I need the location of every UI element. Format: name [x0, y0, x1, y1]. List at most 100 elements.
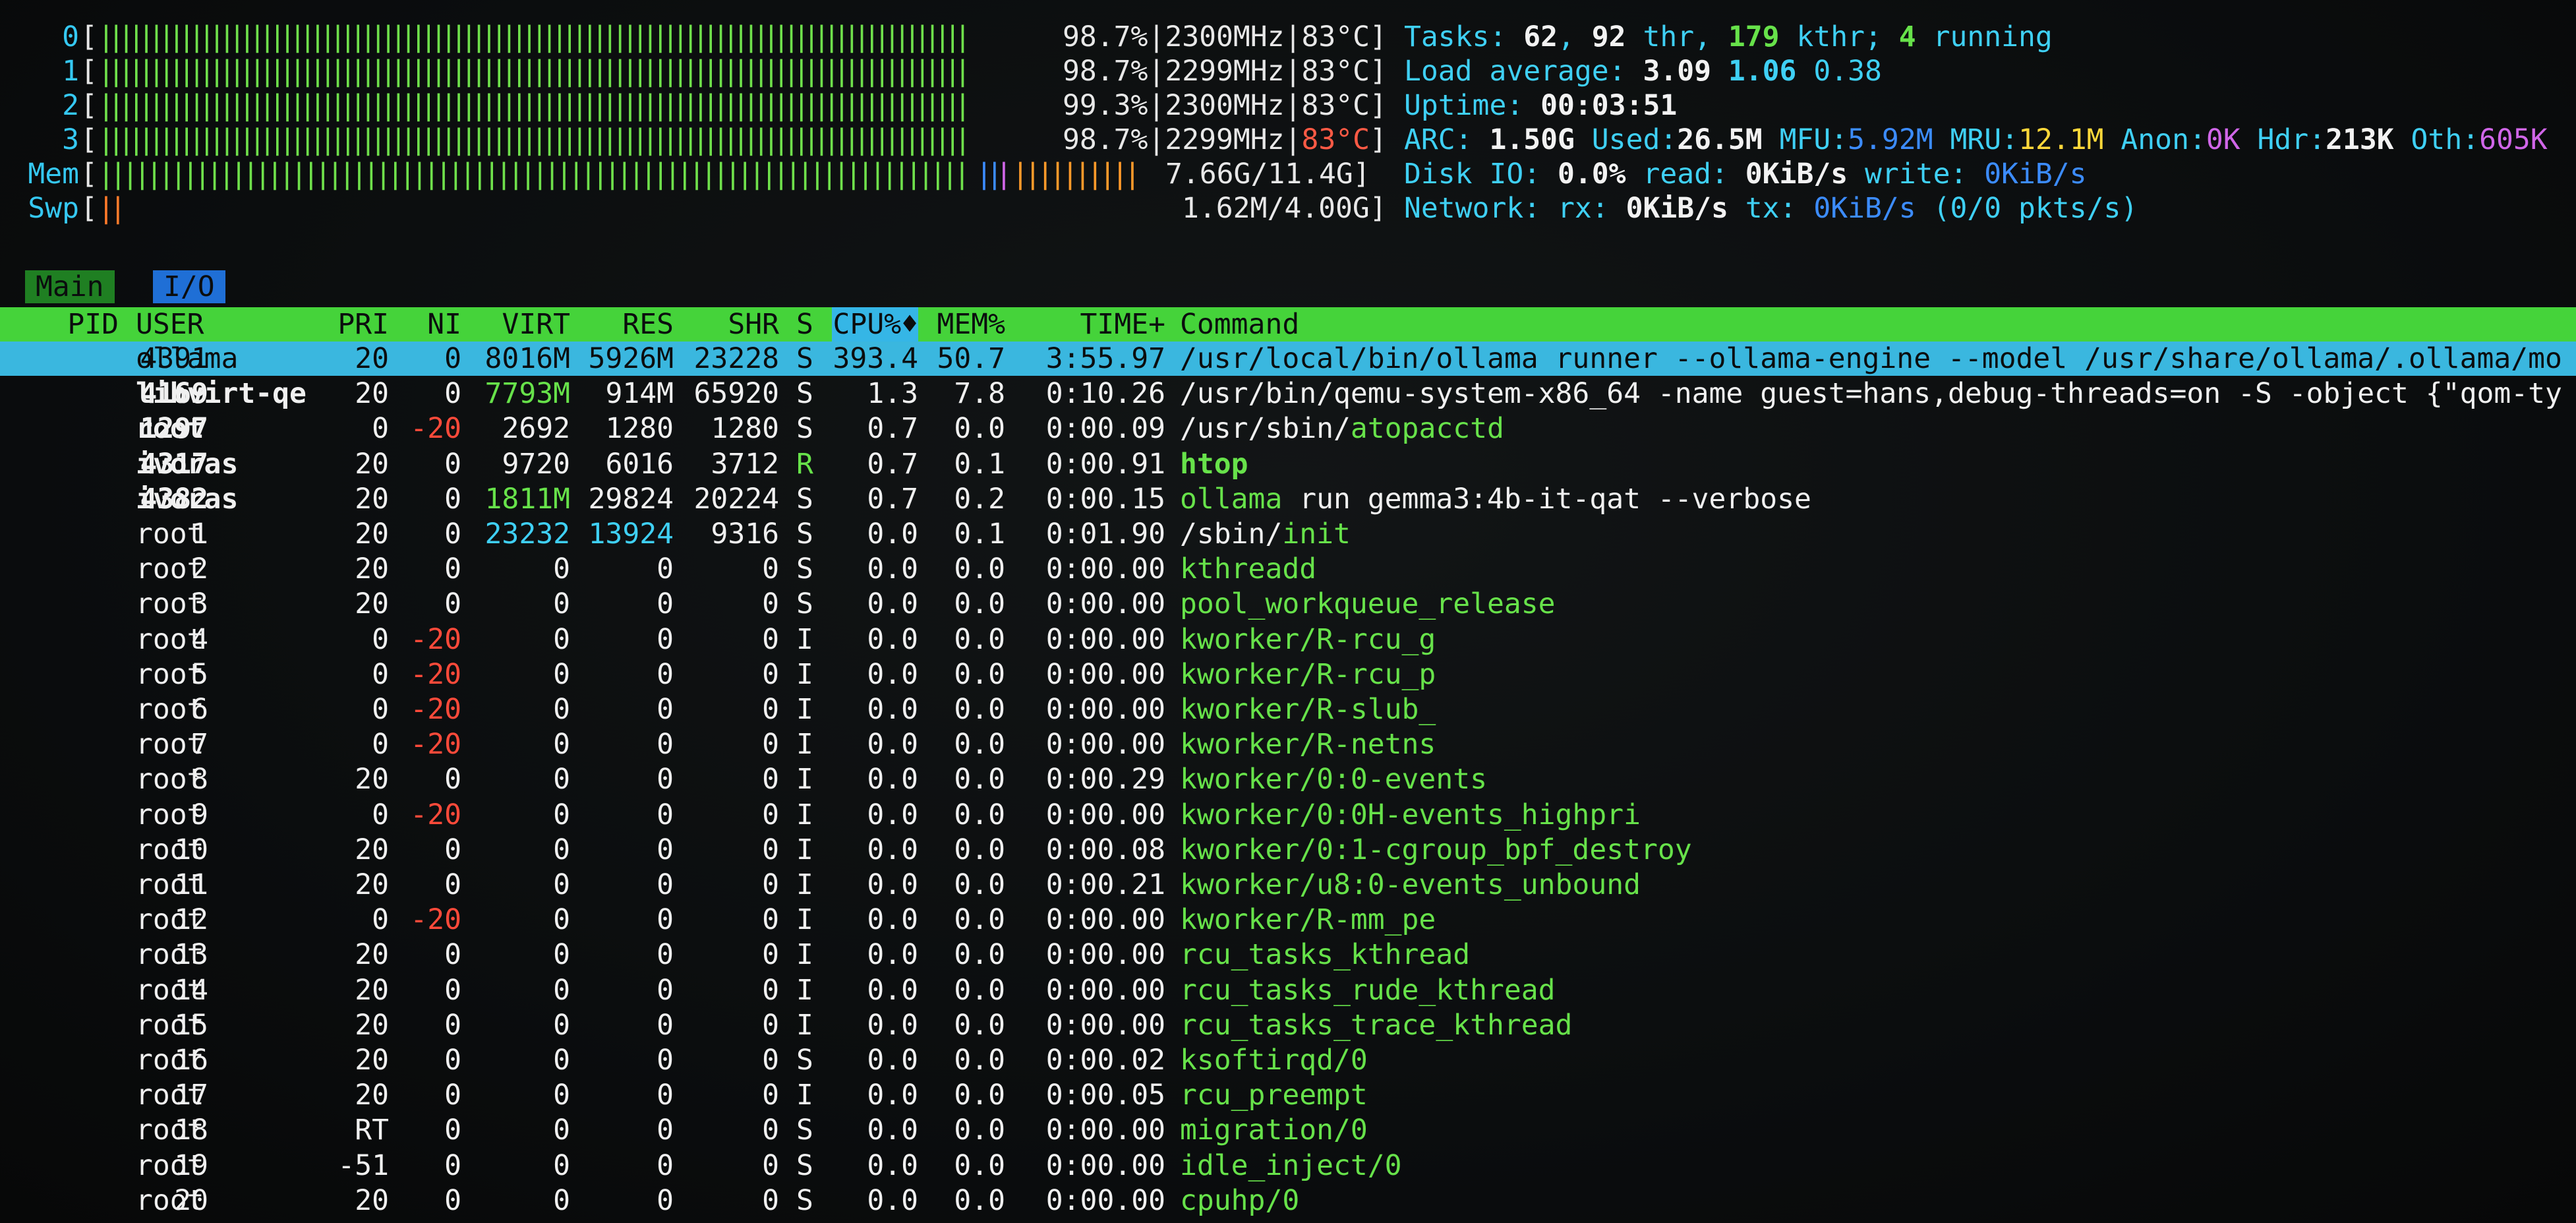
- column-header-state[interactable]: S: [796, 307, 813, 342]
- process-row[interactable]: 3 root 20 0 0 0 0 S 0.0 0.0 0:00.00 pool_workqueue_…: [0, 587, 2576, 621]
- process-state: S: [796, 587, 813, 621]
- cpu-temperature: 83°C: [1301, 55, 1370, 88]
- process-res: 29824: [588, 482, 674, 516]
- meter-close-bracket: ]: [1370, 20, 1387, 53]
- process-shr: 0: [762, 552, 779, 586]
- process-shr: 0: [762, 728, 779, 761]
- process-row[interactable]: 19 root -51 0 0 0 0 S 0.0 0.0 0:00.00 idle_inject/0: [0, 1148, 2576, 1183]
- column-header-shr[interactable]: SHR: [674, 307, 779, 342]
- column-header-time[interactable]: TIME+: [1005, 307, 1165, 342]
- process-row[interactable]: 6 root 0 -20 0 0 0 I 0.0 0.0 0:00.00 kworker/R-slub…: [0, 692, 2576, 727]
- meter-open-bracket: [: [80, 158, 98, 191]
- process-time: 0:00.00: [1045, 693, 1165, 726]
- load-average-line: Load average: 3.09 1.06 0.38: [1404, 55, 1882, 88]
- process-row[interactable]: 13 root 20 0 0 0 0 I 0.0 0.0 0:00.00 rcu_tasks_kthr…: [0, 938, 2576, 972]
- process-cpu: 0.0: [867, 868, 918, 901]
- network-line: Network: rx: 0KiB/s tx: 0KiB/s (0/0 pkts…: [1404, 192, 2138, 225]
- process-res: 5926M: [588, 342, 674, 375]
- swp-meter: Swp[|| 1.62M/4.00G]: [0, 191, 1391, 225]
- process-row[interactable]: 1297 root 0 -20 2692 1280 1280 S 0.7 0.0 0:00.09/u…: [0, 411, 2576, 446]
- process-cpu: 0.0: [867, 1079, 918, 1112]
- process-mem: 0.0: [954, 833, 1005, 866]
- process-row[interactable]: 17 root 20 0 0 0 0 I 0.0 0.0 0:00.05 rcu_preempt: [0, 1078, 2576, 1112]
- process-row[interactable]: 7 root 0 -20 0 0 0 I 0.0 0.0 0:00.00 kworker/R-netn…: [0, 727, 2576, 761]
- process-row[interactable]: 18 root RT 0 0 0 0 S 0.0 0.0 0:00.00 migration/0: [0, 1113, 2576, 1147]
- process-time: 0:00.21: [1045, 868, 1165, 901]
- process-nice: -20: [410, 693, 461, 726]
- process-command: migration/0: [1180, 1113, 2576, 1147]
- process-command: kworker/0:1-cgroup_bpf_destroy: [1180, 833, 2576, 867]
- process-row[interactable]: 9 root 0 -20 0 0 0 I 0.0 0.0 0:00.00 kworker/0:0H-e…: [0, 798, 2576, 832]
- process-row[interactable]: 4391 ollama 20 0 8016M 5926M 23228 S 393.4 50.7 3:…: [0, 342, 2576, 376]
- process-time: 0:00.00: [1045, 903, 1165, 937]
- process-row[interactable]: 1 root 20 0 23232 13924 9316 S 0.0 0.1 0:01.90/sbi…: [0, 517, 2576, 551]
- cpu-meter-label: 3: [62, 123, 79, 156]
- process-nice: 0: [444, 763, 461, 796]
- cpu-frequency: 2300MHz: [1165, 20, 1285, 53]
- command-args: run gemma3:4b-it-qat --verbose: [1282, 482, 1811, 516]
- process-time: 3:55.97: [1045, 342, 1165, 375]
- process-shr: 3712: [711, 447, 779, 481]
- process-virt: 0: [553, 587, 570, 621]
- swp-readout: 1.62M/4.00G]: [1182, 191, 1387, 225]
- cpu-frequency: 2300MHz: [1165, 89, 1285, 122]
- cpu-meter-3: 3[||||||||||||||||||||||||||||||||||||||…: [0, 123, 1391, 157]
- column-header-pri[interactable]: PRI: [290, 307, 389, 342]
- cpu-meter-readout: 98.7%|2300MHz|83°C]: [1063, 20, 1387, 54]
- column-header-virt[interactable]: VIRT: [461, 307, 570, 342]
- process-row[interactable]: 14 root 20 0 0 0 0 I 0.0 0.0 0:00.00 rcu_tasks_rude…: [0, 973, 2576, 1007]
- meter-open-bracket: [: [80, 55, 98, 88]
- process-row[interactable]: 2 root 20 0 0 0 0 S 0.0 0.0 0:00.00 kthreadd: [0, 552, 2576, 586]
- column-header-pid[interactable]: PID: [0, 307, 119, 342]
- process-mem: 0.0: [954, 657, 1005, 691]
- process-mem: 0.0: [954, 1044, 1005, 1077]
- process-virt: 0: [553, 622, 570, 656]
- process-row[interactable]: 5 root 0 -20 0 0 0 I 0.0 0.0 0:00.00 kworker/R-rcu_…: [0, 657, 2576, 692]
- column-header-command[interactable]: Command: [1180, 307, 1299, 342]
- kernel-thread-name: idle_inject/0: [1180, 1148, 1402, 1182]
- cpu-meter-1: 1[||||||||||||||||||||||||||||||||||||||…: [0, 54, 1391, 88]
- column-header-cpu[interactable]: CPU%♦: [832, 307, 918, 342]
- process-row[interactable]: 10 root 20 0 0 0 0 I 0.0 0.0 0:00.08 kworker/0:1-cg…: [0, 833, 2576, 867]
- process-mem: 0.0: [954, 1079, 1005, 1112]
- process-row[interactable]: 15 root 20 0 0 0 0 I 0.0 0.0 0:00.00 rcu_tasks_trac…: [0, 1008, 2576, 1042]
- process-res: 914M: [605, 377, 674, 411]
- process-cpu: 0.0: [867, 657, 918, 691]
- process-cpu: 0.0: [867, 1044, 918, 1077]
- column-header-user[interactable]: USER: [136, 307, 204, 342]
- column-header-ni[interactable]: NI: [389, 307, 461, 342]
- process-shr: 20224: [693, 482, 779, 516]
- process-row[interactable]: 12 root 0 -20 0 0 0 I 0.0 0.0 0:00.00 kworker/R-mm_…: [0, 903, 2576, 937]
- process-mem: 0.0: [954, 938, 1005, 972]
- process-row[interactable]: 11 root 20 0 0 0 0 I 0.0 0.0 0:00.21 kworker/u8:0-e…: [0, 868, 2576, 902]
- process-command: kworker/0:0H-events_highpri: [1180, 798, 2576, 832]
- column-header-mem[interactable]: MEM%: [918, 307, 1005, 342]
- column-header-res[interactable]: RES: [570, 307, 674, 342]
- process-mem: 0.2: [954, 482, 1005, 516]
- process-mem: 0.0: [954, 1114, 1005, 1147]
- tab-io[interactable]: I/O: [153, 270, 225, 303]
- process-cpu: 0.0: [867, 728, 918, 761]
- process-state: I: [796, 1008, 813, 1042]
- kernel-thread-name: pool_workqueue_release: [1180, 587, 1556, 621]
- process-res: 0: [657, 763, 674, 796]
- process-command: rcu_tasks_trace_kthread: [1180, 1008, 2576, 1042]
- process-row[interactable]: 4 root 0 -20 0 0 0 I 0.0 0.0 0:00.00 kworker/R-rcu_…: [0, 622, 2576, 657]
- mem-readout: 7.66G/11.4G]: [1165, 157, 1370, 191]
- process-row[interactable]: 4382 ivoras 20 0 1811M 29824 20224 S 0.7 0.2 0:00.…: [0, 482, 2576, 516]
- kernel-thread-name: kworker/R-mm_pe: [1180, 903, 1436, 937]
- process-row[interactable]: 8 root 20 0 0 0 0 I 0.0 0.0 0:00.29 kworker/0:0-eve…: [0, 762, 2576, 796]
- process-priority: 20: [355, 938, 389, 972]
- tab-main[interactable]: Main: [25, 270, 115, 303]
- process-virt: 2692: [502, 412, 570, 446]
- process-state: I: [796, 1079, 813, 1112]
- process-mem: 0.0: [954, 1008, 1005, 1042]
- process-row[interactable]: 4169 libvirt-qe 20 0 7793M 914M 65920 S 1.3 7.8 0:…: [0, 376, 2576, 411]
- process-row[interactable]: 20 root 20 0 0 0 0 S 0.0 0.0 0:00.00 cpuhp/0: [0, 1183, 2576, 1218]
- process-row[interactable]: 4317 ivoras 20 0 9720 6016 3712 R 0.7 0.1 0:00.91 h…: [0, 447, 2576, 481]
- command-path: /sbin/: [1180, 518, 1283, 551]
- process-command: ollama run gemma3:4b-it-qat --verbose: [1180, 482, 2576, 516]
- process-virt: 0: [553, 903, 570, 937]
- process-nice: 0: [444, 1008, 461, 1042]
- process-row[interactable]: 16 root 20 0 0 0 0 S 0.0 0.0 0:00.02 ksoftirqd/0: [0, 1043, 2576, 1077]
